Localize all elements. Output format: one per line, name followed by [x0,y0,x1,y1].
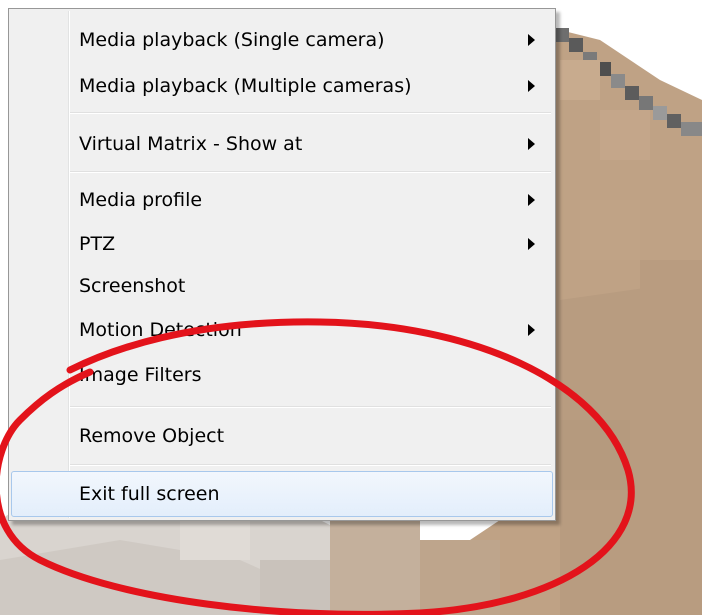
chevron-right-icon [528,80,535,92]
menu-item-exit-full-screen[interactable]: Exit full screen [11,471,553,517]
menu-separator [70,406,551,407]
chevron-right-icon [528,194,535,206]
menu-item-media-playback-multiple[interactable]: Media playback (Multiple cameras) [11,58,553,114]
menu-item-image-filters[interactable]: Image Filters [11,347,553,403]
menu-item-virtual-matrix[interactable]: Virtual Matrix - Show at [11,116,553,172]
menu-item-label: Exit full screen [79,483,220,505]
menu-item-label: Media playback (Multiple cameras) [79,75,412,97]
context-menu: Media playback (Single camera) Media pla… [8,8,556,521]
chevron-right-icon [528,34,535,46]
menu-separator [70,112,551,113]
menu-item-label: Remove Object [79,425,225,447]
menu-item-label: Image Filters [79,364,202,386]
menu-item-remove-object[interactable]: Remove Object [11,408,553,464]
chevron-right-icon [528,324,535,336]
menu-separator [70,464,551,465]
chevron-right-icon [528,138,535,150]
chevron-right-icon [528,238,535,250]
menu-item-label: Virtual Matrix - Show at [79,133,303,155]
